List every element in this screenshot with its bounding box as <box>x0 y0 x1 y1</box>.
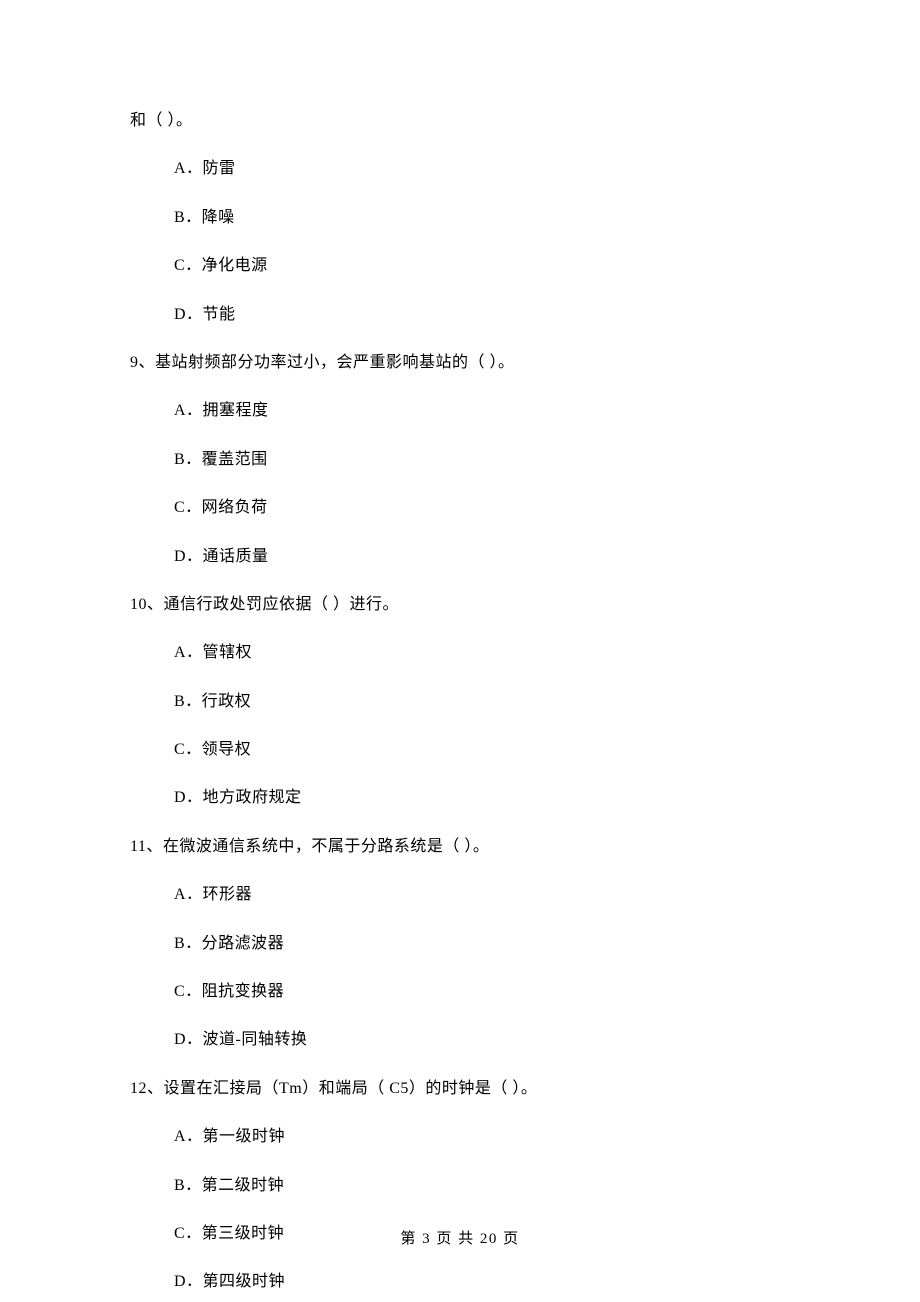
option-item: C．净化电源 <box>174 255 790 277</box>
page-content: 和（ ）。 A．防雷 B．降噪 C．净化电源 D．节能 9、基站射频部分功率过小… <box>0 0 920 1294</box>
option-item: D．通话质量 <box>174 546 790 568</box>
option-item: A．拥塞程度 <box>174 400 790 422</box>
option-item: D．波道-同轴转换 <box>174 1029 790 1051</box>
option-item: D．地方政府规定 <box>174 787 790 809</box>
option-item: A．管辖权 <box>174 642 790 664</box>
question-stem: 12、设置在汇接局（Tm）和端局（ C5）的时钟是（ ）。 <box>130 1078 790 1100</box>
option-item: B．第二级时钟 <box>174 1175 790 1197</box>
option-item: A．第一级时钟 <box>174 1126 790 1148</box>
option-item: B．行政权 <box>174 691 790 713</box>
option-item: A．防雷 <box>174 158 790 180</box>
option-item: D．第四级时钟 <box>174 1271 790 1293</box>
option-item: B．覆盖范围 <box>174 449 790 471</box>
page-footer: 第 3 页 共 20 页 <box>0 1227 920 1248</box>
option-item: C．阻抗变换器 <box>174 981 790 1003</box>
question-stem: 11、在微波通信系统中，不属于分路系统是（ ）。 <box>130 836 790 858</box>
option-item: B．降噪 <box>174 207 790 229</box>
option-item: C．领导权 <box>174 739 790 761</box>
question-stem: 9、基站射频部分功率过小，会严重影响基站的（ ）。 <box>130 352 790 374</box>
option-item: C．网络负荷 <box>174 497 790 519</box>
option-item: A．环形器 <box>174 884 790 906</box>
question-stem: 10、通信行政处罚应依据（ ）进行。 <box>130 594 790 616</box>
continuation-text: 和（ ）。 <box>130 110 790 132</box>
option-item: D．节能 <box>174 304 790 326</box>
option-item: B．分路滤波器 <box>174 933 790 955</box>
